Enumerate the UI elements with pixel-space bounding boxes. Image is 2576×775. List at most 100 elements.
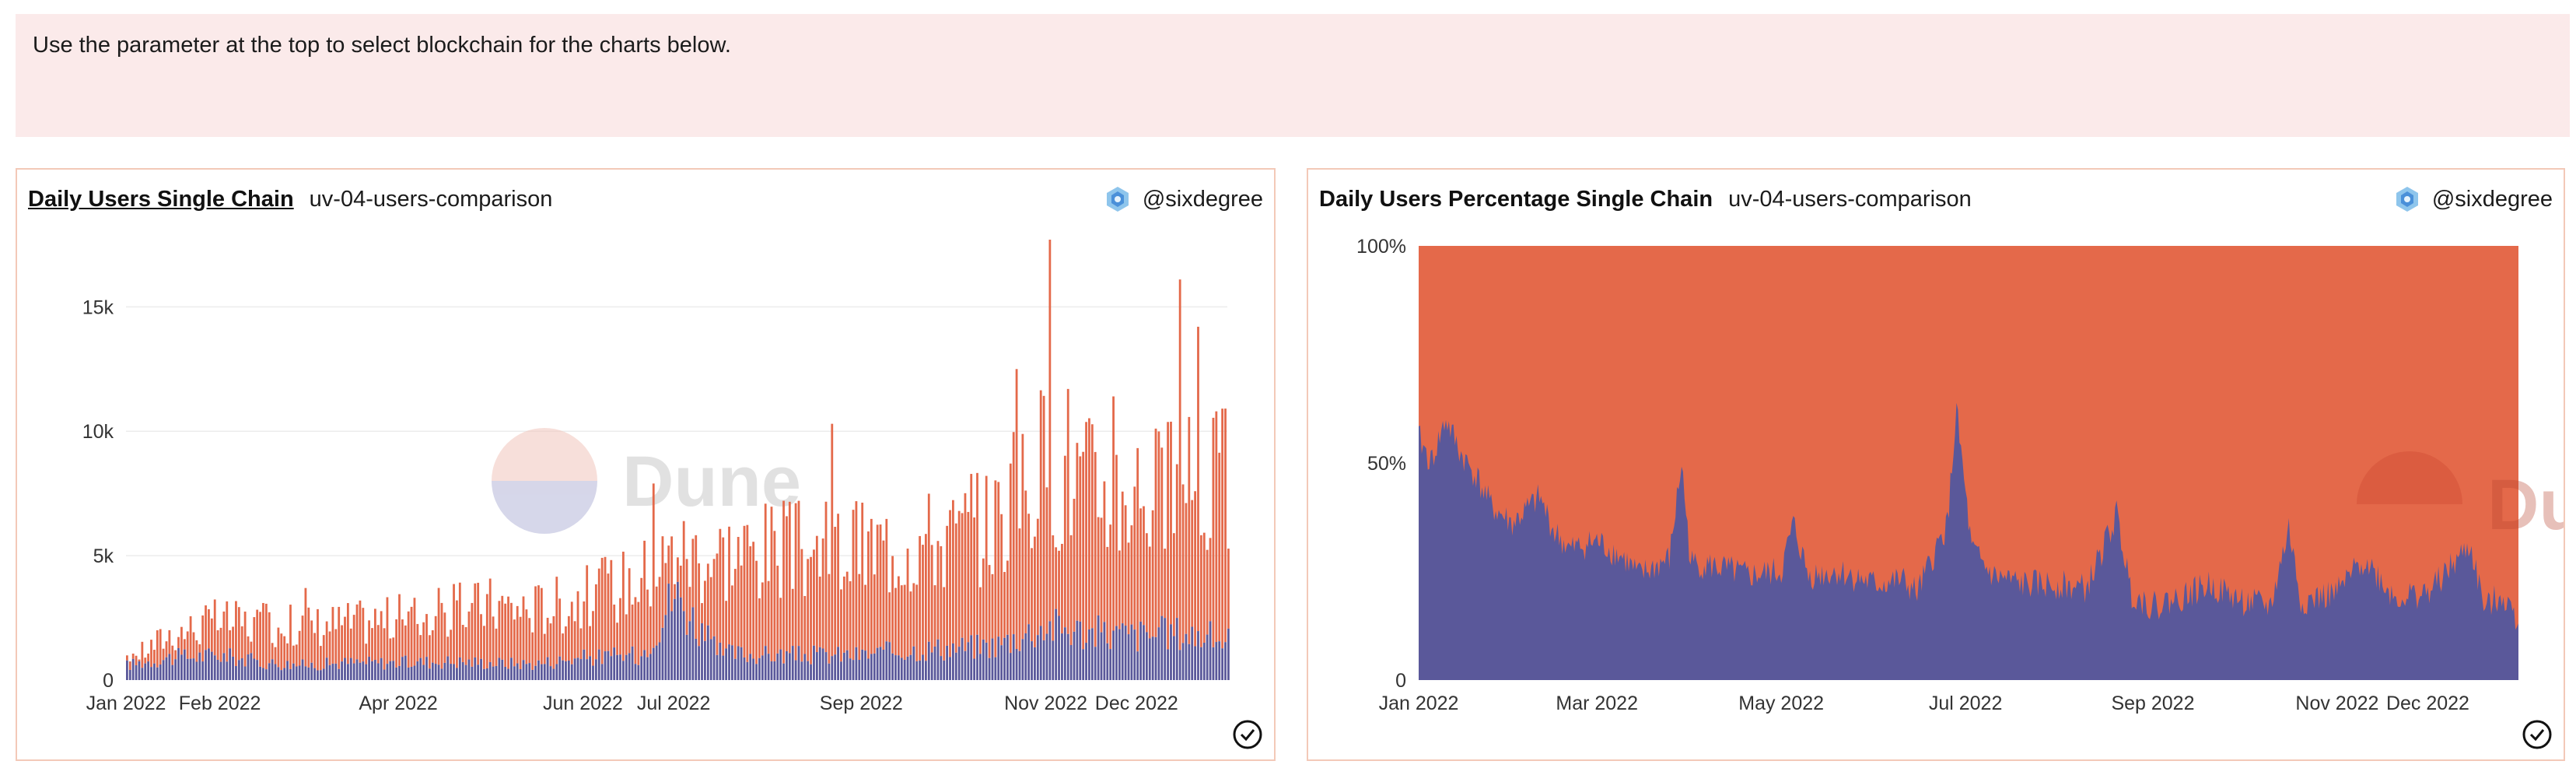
bar-segment-bottom: [870, 654, 873, 680]
bar-segment-top: [162, 648, 165, 661]
bar-segment-top: [634, 597, 637, 665]
bar-segment-bottom: [1151, 636, 1154, 680]
bar-segment-bottom: [205, 650, 207, 680]
bar-segment-bottom: [1188, 643, 1191, 680]
bar-segment-top: [664, 563, 667, 615]
chart-title-link[interactable]: Daily Users Single Chain: [28, 187, 294, 212]
bar-segment-bottom: [480, 658, 482, 680]
bar-segment-top: [957, 510, 961, 647]
bar-segment-top: [1088, 418, 1090, 630]
bar-segment-top: [936, 541, 940, 640]
bar-segment-bottom: [1218, 641, 1221, 680]
bar-segment-bottom: [477, 665, 480, 680]
check-circle-icon[interactable]: [1232, 719, 1263, 750]
bar-segment-bottom: [485, 668, 488, 680]
bar-segment-bottom: [1015, 649, 1018, 680]
bar-segment-bottom: [1052, 640, 1055, 680]
bar-segment-top: [395, 619, 398, 668]
bar-segment-bottom: [952, 643, 954, 680]
bar-segment-bottom: [643, 650, 646, 680]
bar-segment-bottom: [331, 663, 334, 680]
bar-segment-top: [138, 659, 141, 661]
bar-segment-bottom: [767, 654, 770, 680]
bar-segment-top: [576, 591, 579, 658]
bar-segment-bottom: [483, 668, 485, 680]
bar-segment-bottom: [813, 645, 815, 680]
bar-segment-bottom: [1045, 633, 1048, 680]
bar-segment-bottom: [634, 664, 637, 680]
bar-segment-bottom: [201, 661, 205, 680]
bar-segment-bottom: [1042, 640, 1045, 680]
bar-segment-bottom: [573, 658, 576, 680]
bar-segment-top: [1066, 388, 1069, 634]
bar-segment-bottom: [1167, 649, 1169, 680]
bar-segment-top: [464, 626, 467, 665]
bar-segment-top: [1127, 542, 1130, 635]
bar-segment-bottom: [150, 667, 152, 680]
bar-segment-bottom: [1224, 642, 1227, 680]
bar-segment-bottom: [616, 654, 618, 680]
bar-segment-bottom: [159, 664, 162, 680]
bar-segment-bottom: [274, 664, 277, 680]
bar-segment-top: [540, 587, 543, 665]
query-name[interactable]: uv-04-users-comparison: [1728, 187, 1972, 212]
y-tick-label: 0: [1395, 670, 1406, 692]
bar-segment-top: [616, 622, 618, 655]
bar-segment-top: [797, 500, 800, 647]
bar-segment-top: [205, 605, 207, 651]
bar-segment-bottom: [803, 654, 807, 680]
bar-segment-top: [667, 545, 670, 584]
bar-segment-top: [144, 658, 147, 664]
author-link[interactable]: @sixdegree: [2393, 185, 2553, 213]
bar-segment-bottom: [725, 648, 728, 680]
bar-segment-bottom: [900, 658, 903, 680]
bar-segment-top: [1036, 518, 1039, 636]
bar-segment-top: [456, 600, 458, 668]
bar-segment-top: [543, 633, 546, 665]
bar-segment-top: [150, 640, 152, 668]
bar-segment-top: [894, 587, 897, 656]
bar-segment-bottom: [864, 651, 866, 680]
bar-segment-top: [256, 609, 259, 661]
bar-segment-top: [807, 559, 810, 661]
bar-segment-top: [967, 511, 970, 643]
bar-segment-top: [413, 598, 416, 666]
bar-segment-top: [1069, 535, 1073, 645]
bar-segment-top: [743, 525, 746, 658]
bar-segment-top: [1139, 508, 1142, 622]
bar-segment-bottom: [1012, 634, 1015, 680]
bar-segment-top: [159, 629, 162, 665]
bar-segment-top: [813, 549, 815, 646]
bar-segment-top: [304, 587, 307, 667]
query-name[interactable]: uv-04-users-comparison: [310, 187, 553, 212]
chart-card-daily-users-percentage: Dune 0 50% 100% Jan 2022 Mar 2022 May 2022 Jul …: [1307, 168, 2565, 761]
x-tick-label: Mar 2022: [1556, 693, 1638, 714]
bar-segment-top: [1063, 455, 1066, 628]
bar-segment-top: [453, 584, 455, 665]
banner-text: Use the parameter at the top to select b…: [33, 33, 731, 58]
bar-segment-top: [237, 607, 240, 661]
bar-segment-bottom: [933, 646, 936, 680]
bar-segment-bottom: [213, 655, 216, 680]
bar-segment-bottom: [289, 668, 292, 680]
bar-segment-top: [259, 612, 261, 667]
bar-segment-bottom: [1127, 634, 1130, 680]
bar-segment-bottom: [392, 661, 395, 680]
bar-segment-bottom: [879, 647, 882, 680]
bar-segment-bottom: [876, 647, 879, 680]
bar-segment-top: [401, 619, 404, 658]
check-circle-icon[interactable]: [2522, 719, 2553, 750]
bar-segment-bottom: [845, 650, 849, 680]
author-link[interactable]: @sixdegree: [1104, 185, 1263, 213]
bar-segment-bottom: [640, 656, 643, 680]
bar-segment-bottom: [280, 670, 283, 680]
bar-segment-top: [946, 525, 949, 646]
bar-segment-bottom: [701, 623, 703, 680]
bar-segment-top: [709, 577, 712, 640]
bar-segment-bottom: [283, 668, 286, 680]
bar-segment-top: [570, 601, 573, 665]
chart-title[interactable]: Daily Users Percentage Single Chain: [1319, 187, 1713, 212]
bar-segment-top: [344, 616, 346, 658]
bar-segment-top: [855, 501, 858, 647]
bar-segment-bottom: [153, 663, 156, 680]
